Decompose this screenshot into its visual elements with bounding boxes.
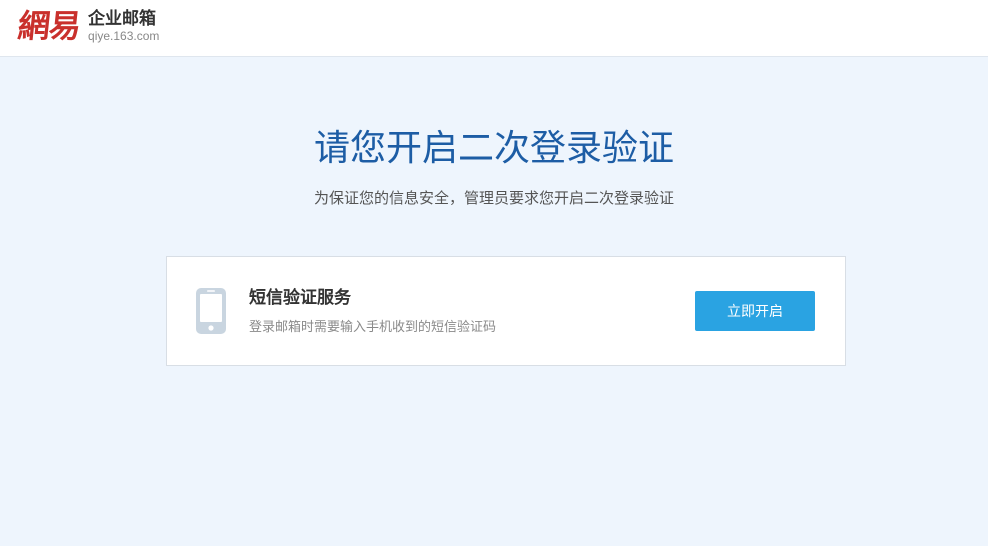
netease-logo-mark: 網易 — [16, 7, 83, 45]
sms-service-title: 短信验证服务 — [249, 288, 351, 307]
mobile-phone-icon — [196, 288, 226, 334]
sms-service-description: 登录邮箱时需要输入手机收到的短信验证码 — [249, 319, 497, 334]
enable-now-button[interactable]: 立即开启 — [695, 291, 815, 331]
page-subtitle: 为保证您的信息安全，管理员要求您开启二次登录验证 — [313, 190, 674, 207]
product-domain: qiye.163.com — [88, 28, 160, 43]
sms-verification-card: 短信验证服务 登录邮箱时需要输入手机收到的短信验证码 立即开启 — [166, 256, 846, 366]
netease-enterprise-mail-logo[interactable]: 網易 企业邮箱 qiye.163.com — [16, 6, 159, 46]
logo-text: 企业邮箱 qiye.163.com — [88, 9, 159, 44]
top-header: 網易 企业邮箱 qiye.163.com — [0, 0, 988, 57]
page-title: 请您开启二次登录验证 — [313, 127, 674, 168]
product-name: 企业邮箱 — [88, 8, 157, 28]
